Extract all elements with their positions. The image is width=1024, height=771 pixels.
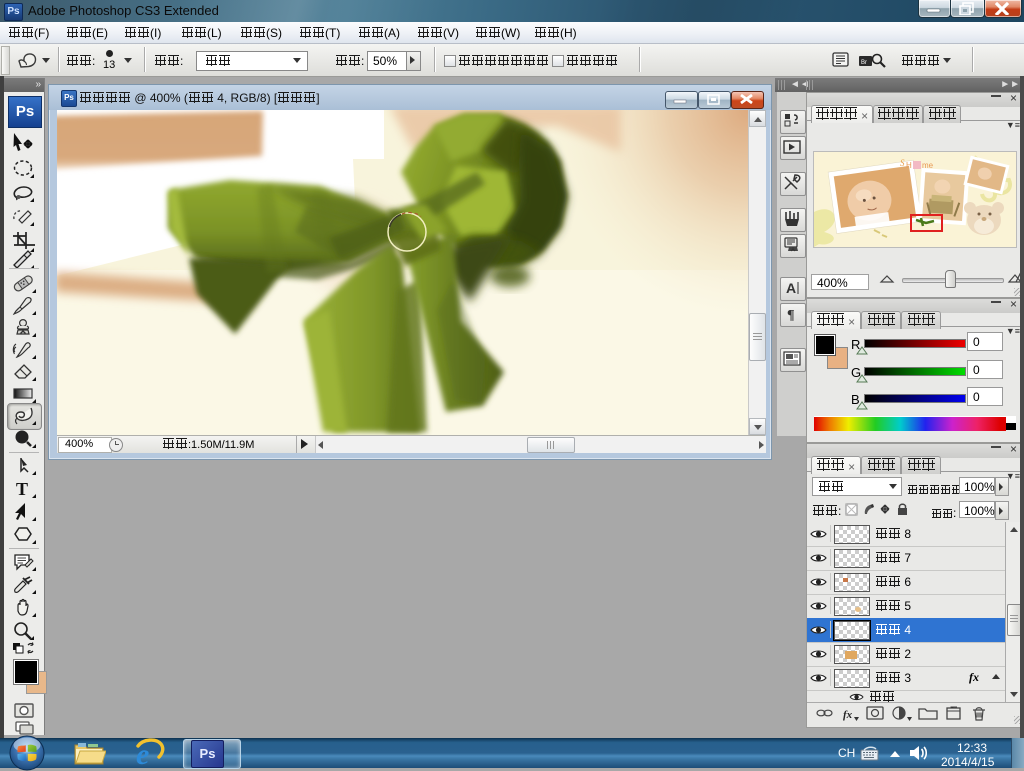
- svg-text:S: S: [900, 158, 905, 168]
- svg-text:fx: fx: [843, 709, 853, 721]
- svg-text:H: H: [906, 161, 912, 170]
- svg-text:T: T: [16, 479, 28, 499]
- svg-text:¶: ¶: [787, 308, 795, 323]
- svg-text:me: me: [922, 161, 934, 170]
- svg-text:Br: Br: [861, 60, 867, 66]
- svg-text:A: A: [786, 280, 796, 296]
